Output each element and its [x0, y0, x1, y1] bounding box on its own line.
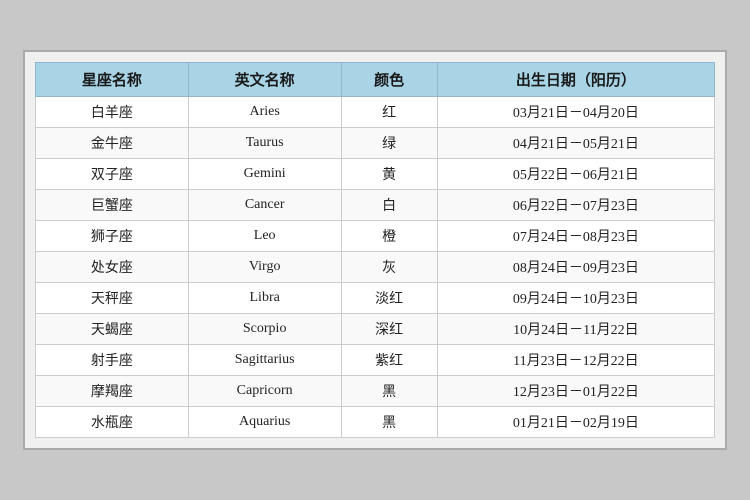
cell-r0-c2: 红	[341, 97, 437, 128]
cell-r7-c1: Scorpio	[188, 314, 341, 345]
cell-r9-c2: 黑	[341, 376, 437, 407]
col-header-english-name: 英文名称	[188, 63, 341, 97]
cell-r4-c3: 07月24日－08月23日	[437, 221, 714, 252]
cell-r4-c2: 橙	[341, 221, 437, 252]
cell-r10-c0: 水瓶座	[36, 407, 189, 438]
cell-r8-c2: 紫红	[341, 345, 437, 376]
cell-r9-c0: 摩羯座	[36, 376, 189, 407]
table-row: 巨蟹座Cancer白06月22日－07月23日	[36, 190, 715, 221]
col-header-birthday: 出生日期（阳历）	[437, 63, 714, 97]
table-row: 金牛座Taurus绿04月21日－05月21日	[36, 128, 715, 159]
col-header-color: 颜色	[341, 63, 437, 97]
table-row: 摩羯座Capricorn黑12月23日－01月22日	[36, 376, 715, 407]
table-row: 水瓶座Aquarius黑01月21日－02月19日	[36, 407, 715, 438]
cell-r2-c0: 双子座	[36, 159, 189, 190]
cell-r8-c0: 射手座	[36, 345, 189, 376]
cell-r6-c3: 09月24日－10月23日	[437, 283, 714, 314]
cell-r7-c2: 深红	[341, 314, 437, 345]
table-row: 白羊座Aries红03月21日－04月20日	[36, 97, 715, 128]
cell-r8-c1: Sagittarius	[188, 345, 341, 376]
cell-r10-c1: Aquarius	[188, 407, 341, 438]
cell-r7-c0: 天蝎座	[36, 314, 189, 345]
cell-r1-c3: 04月21日－05月21日	[437, 128, 714, 159]
cell-r2-c1: Gemini	[188, 159, 341, 190]
cell-r6-c2: 淡红	[341, 283, 437, 314]
cell-r10-c2: 黑	[341, 407, 437, 438]
table-row: 天秤座Libra淡红09月24日－10月23日	[36, 283, 715, 314]
cell-r2-c3: 05月22日－06月21日	[437, 159, 714, 190]
cell-r4-c1: Leo	[188, 221, 341, 252]
cell-r9-c1: Capricorn	[188, 376, 341, 407]
table-row: 天蝎座Scorpio深红10月24日－11月22日	[36, 314, 715, 345]
cell-r5-c3: 08月24日－09月23日	[437, 252, 714, 283]
table-row: 处女座Virgo灰08月24日－09月23日	[36, 252, 715, 283]
table-row: 射手座Sagittarius紫红11月23日－12月22日	[36, 345, 715, 376]
cell-r5-c1: Virgo	[188, 252, 341, 283]
cell-r1-c0: 金牛座	[36, 128, 189, 159]
cell-r5-c0: 处女座	[36, 252, 189, 283]
cell-r2-c2: 黄	[341, 159, 437, 190]
cell-r0-c3: 03月21日－04月20日	[437, 97, 714, 128]
cell-r1-c1: Taurus	[188, 128, 341, 159]
cell-r5-c2: 灰	[341, 252, 437, 283]
table-header-row: 星座名称 英文名称 颜色 出生日期（阳历）	[36, 63, 715, 97]
cell-r6-c1: Libra	[188, 283, 341, 314]
col-header-chinese-name: 星座名称	[36, 63, 189, 97]
cell-r0-c0: 白羊座	[36, 97, 189, 128]
cell-r8-c3: 11月23日－12月22日	[437, 345, 714, 376]
cell-r0-c1: Aries	[188, 97, 341, 128]
cell-r6-c0: 天秤座	[36, 283, 189, 314]
table-row: 双子座Gemini黄05月22日－06月21日	[36, 159, 715, 190]
zodiac-table: 星座名称 英文名称 颜色 出生日期（阳历） 白羊座Aries红03月21日－04…	[35, 62, 715, 438]
cell-r7-c3: 10月24日－11月22日	[437, 314, 714, 345]
cell-r9-c3: 12月23日－01月22日	[437, 376, 714, 407]
cell-r3-c2: 白	[341, 190, 437, 221]
cell-r3-c0: 巨蟹座	[36, 190, 189, 221]
table-row: 狮子座Leo橙07月24日－08月23日	[36, 221, 715, 252]
cell-r10-c3: 01月21日－02月19日	[437, 407, 714, 438]
cell-r1-c2: 绿	[341, 128, 437, 159]
cell-r4-c0: 狮子座	[36, 221, 189, 252]
cell-r3-c1: Cancer	[188, 190, 341, 221]
table-wrapper: 星座名称 英文名称 颜色 出生日期（阳历） 白羊座Aries红03月21日－04…	[23, 50, 727, 450]
cell-r3-c3: 06月22日－07月23日	[437, 190, 714, 221]
